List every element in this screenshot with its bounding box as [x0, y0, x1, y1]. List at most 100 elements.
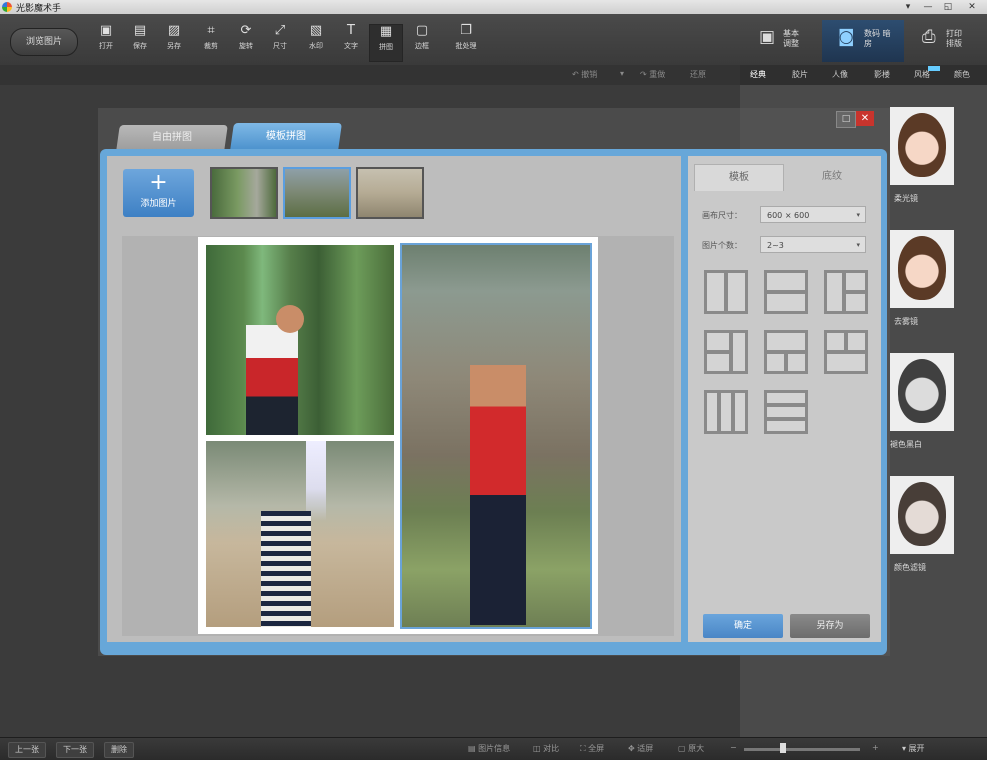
restore-original-button[interactable]: 还原 — [690, 69, 706, 80]
actual-size-button[interactable]: ▢ 原大 — [678, 743, 704, 754]
collage-photo-fountain[interactable] — [206, 441, 394, 627]
template-layout-2[interactable] — [764, 270, 808, 314]
undo-dropdown-icon[interactable]: ▾ — [620, 69, 624, 78]
text-button[interactable]: T 文字 — [335, 24, 367, 60]
settings-tabs: 模板 底纹 — [688, 156, 881, 191]
adjust-icon: ▣ — [759, 27, 776, 47]
dialog-close-button[interactable]: ✕ — [856, 111, 874, 126]
effect-thumb-soft-light[interactable] — [890, 107, 954, 185]
child-head — [276, 305, 304, 333]
template-layout-4[interactable] — [704, 330, 748, 374]
compare-button[interactable]: ◫ 对比 — [533, 743, 559, 754]
app-logo-icon — [2, 2, 12, 12]
collage-photo-cactus[interactable] — [206, 245, 394, 435]
resize-icon: ⤢ — [274, 23, 286, 38]
template-settings-panel: 模板 底纹 画布尺寸： 600 × 600 ▾ 图片个数： 2~3 ▾ — [688, 156, 881, 642]
tab-film[interactable]: 胶片 — [792, 69, 808, 80]
template-layout-8[interactable] — [764, 390, 808, 434]
tab-free-collage[interactable]: 自由拼图 — [116, 125, 228, 151]
template-layout-1[interactable] — [704, 270, 748, 314]
resize-button[interactable]: ⤢ 尺寸 — [264, 24, 296, 60]
photo-strip-thumb-1[interactable] — [210, 167, 278, 219]
watermark-icon: ▧ — [309, 23, 323, 38]
border-button[interactable]: ▢ 边框 — [406, 24, 438, 60]
watermark-label: 水印 — [309, 42, 323, 50]
digital-darkroom-button[interactable]: ◙ 数码 暗房 — [822, 20, 904, 62]
crop-icon: ⌗ — [207, 23, 215, 38]
menu-dropdown-icon[interactable]: ▾ — [898, 0, 918, 14]
rotate-label: 旋转 — [239, 42, 253, 50]
restore-button[interactable]: ◱ — [938, 0, 958, 14]
print-layout-button[interactable]: ⎙ 打印 排版 — [918, 20, 980, 62]
collage-icon: ▦ — [379, 24, 393, 39]
collage-label: 拼图 — [379, 43, 393, 51]
redo-button[interactable]: ↷ 重做 — [640, 69, 665, 80]
save-as-button[interactable]: 另存为 — [790, 614, 870, 638]
zoom-out-icon[interactable]: − — [730, 743, 737, 752]
tab-studio[interactable]: 影楼 — [874, 69, 890, 80]
batch-icon: ❐ — [460, 23, 472, 38]
tab-color[interactable]: 颜色 — [954, 69, 970, 80]
rotate-button[interactable]: ⟳ 旋转 — [230, 24, 262, 60]
tab-classic[interactable]: 经典 — [750, 69, 766, 80]
photo-count-select[interactable]: 2~3 ▾ — [760, 236, 866, 253]
expand-button[interactable]: ▾ 展开 — [902, 743, 925, 754]
portrait-thumbnail — [898, 236, 946, 300]
image-info-button[interactable]: ▤ 图片信息 — [468, 743, 510, 754]
crop-button[interactable]: ⌗ 裁剪 — [195, 24, 227, 60]
text-icon: T — [347, 23, 355, 38]
batch-button[interactable]: ❐ 批处理 — [450, 24, 482, 60]
photo-strip-thumb-2[interactable] — [283, 167, 351, 219]
zoom-in-icon[interactable]: + — [872, 743, 879, 752]
template-layout-7[interactable] — [704, 390, 748, 434]
fullscreen-button[interactable]: ⛶ 全屏 — [580, 743, 604, 754]
crop-label: 裁剪 — [204, 42, 218, 50]
chevron-down-icon: ▾ — [856, 211, 860, 219]
zoom-slider-handle[interactable] — [780, 743, 786, 753]
save-as-button[interactable]: ▨ 另存 — [158, 24, 190, 60]
effect-thumb-defog[interactable] — [890, 230, 954, 308]
minimize-button[interactable]: — — [918, 0, 938, 14]
collage-button[interactable]: ▦ 拼图 — [369, 24, 403, 62]
template-layout-5[interactable] — [764, 330, 808, 374]
open-button[interactable]: ▣ 打开 — [90, 24, 122, 60]
confirm-button[interactable]: 确定 — [703, 614, 783, 638]
collage-photo-waterfall[interactable] — [400, 243, 592, 629]
effect-label: 柔光镜 — [894, 194, 918, 203]
batch-label: 批处理 — [455, 42, 477, 50]
watermark-button[interactable]: ▧ 水印 — [300, 24, 332, 60]
effects-tabs: 经典 胶片 人像 影楼 风格 颜色 — [740, 65, 987, 85]
fit-screen-button[interactable]: ✥ 适屏 — [628, 743, 653, 754]
save-button[interactable]: ▤ 保存 — [124, 24, 156, 60]
next-button[interactable]: 下一张 — [56, 742, 94, 758]
save-icon: ▤ — [133, 23, 147, 38]
template-layout-3[interactable] — [824, 270, 868, 314]
open-label: 打开 — [99, 42, 113, 50]
tab-portrait[interactable]: 人像 — [832, 69, 848, 80]
canvas-size-value: 600 × 600 — [767, 211, 810, 220]
browse-pictures-button[interactable]: 浏览图片 — [10, 28, 78, 56]
tab-template-collage[interactable]: 模板拼图 — [230, 123, 342, 151]
save-label: 保存 — [133, 42, 147, 50]
add-picture-button[interactable]: + 添加图片 — [123, 169, 194, 217]
delete-button[interactable]: 删除 — [104, 742, 134, 758]
undo-button[interactable]: ↶ 撤销 — [572, 69, 597, 80]
effect-thumb-color-filter[interactable] — [890, 476, 954, 554]
dialog-maximize-button[interactable]: □ — [836, 111, 856, 128]
canvas-size-select[interactable]: 600 × 600 ▾ — [760, 206, 866, 223]
status-bar: 上一张 下一张 删除 ▤ 图片信息 ◫ 对比 ⛶ 全屏 ✥ 适屏 ▢ 原大 − … — [0, 737, 987, 760]
basic-adjust-button[interactable]: ▣ 基本 调整 — [755, 20, 817, 62]
resize-label: 尺寸 — [273, 42, 287, 50]
close-button[interactable]: ✕ — [962, 0, 982, 14]
border-icon: ▢ — [415, 23, 429, 38]
border-label: 边框 — [415, 42, 429, 50]
effect-label: 褪色黑白 — [890, 440, 922, 449]
tab-texture[interactable]: 底纹 — [788, 164, 876, 190]
photo-strip-thumb-3[interactable] — [356, 167, 424, 219]
effect-thumb-faded-bw[interactable] — [890, 353, 954, 431]
open-icon: ▣ — [99, 23, 113, 38]
zoom-slider-track[interactable] — [744, 748, 860, 751]
template-layout-6[interactable] — [824, 330, 868, 374]
tab-template[interactable]: 模板 — [694, 164, 784, 191]
previous-button[interactable]: 上一张 — [8, 742, 46, 758]
